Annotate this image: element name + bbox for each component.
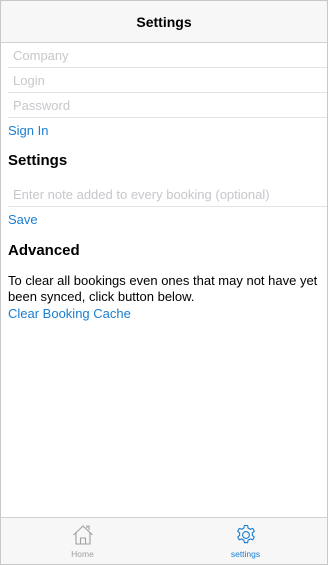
app-frame: Settings Sign In Settings Save Advanced …	[0, 0, 328, 565]
clear-booking-cache-button[interactable]: Clear Booking Cache	[8, 306, 131, 321]
home-icon	[72, 525, 93, 545]
booking-note-input[interactable]	[8, 182, 327, 206]
tab-home-label: Home	[71, 549, 94, 559]
password-input[interactable]	[8, 93, 327, 117]
tab-settings[interactable]: settings	[164, 518, 327, 564]
clear-cache-description: To clear all bookings even ones that may…	[8, 273, 318, 304]
page-title: Settings	[136, 13, 192, 30]
login-field-row	[8, 68, 327, 93]
company-input[interactable]	[8, 43, 327, 67]
navigation-bar: Settings	[1, 1, 327, 43]
password-field-row	[8, 93, 327, 118]
save-button[interactable]: Save	[8, 212, 38, 227]
sign-in-button[interactable]: Sign In	[8, 123, 48, 138]
gear-icon	[236, 524, 255, 544]
tab-settings-label: settings	[230, 549, 261, 559]
tab-bar: Home settings	[1, 517, 327, 564]
company-field-row	[8, 43, 327, 68]
settings-section-title: Settings	[8, 152, 68, 169]
advanced-section-title: Advanced	[8, 242, 80, 259]
tab-home[interactable]: Home	[1, 518, 164, 564]
login-input[interactable]	[8, 68, 327, 92]
note-field-row	[8, 182, 327, 207]
